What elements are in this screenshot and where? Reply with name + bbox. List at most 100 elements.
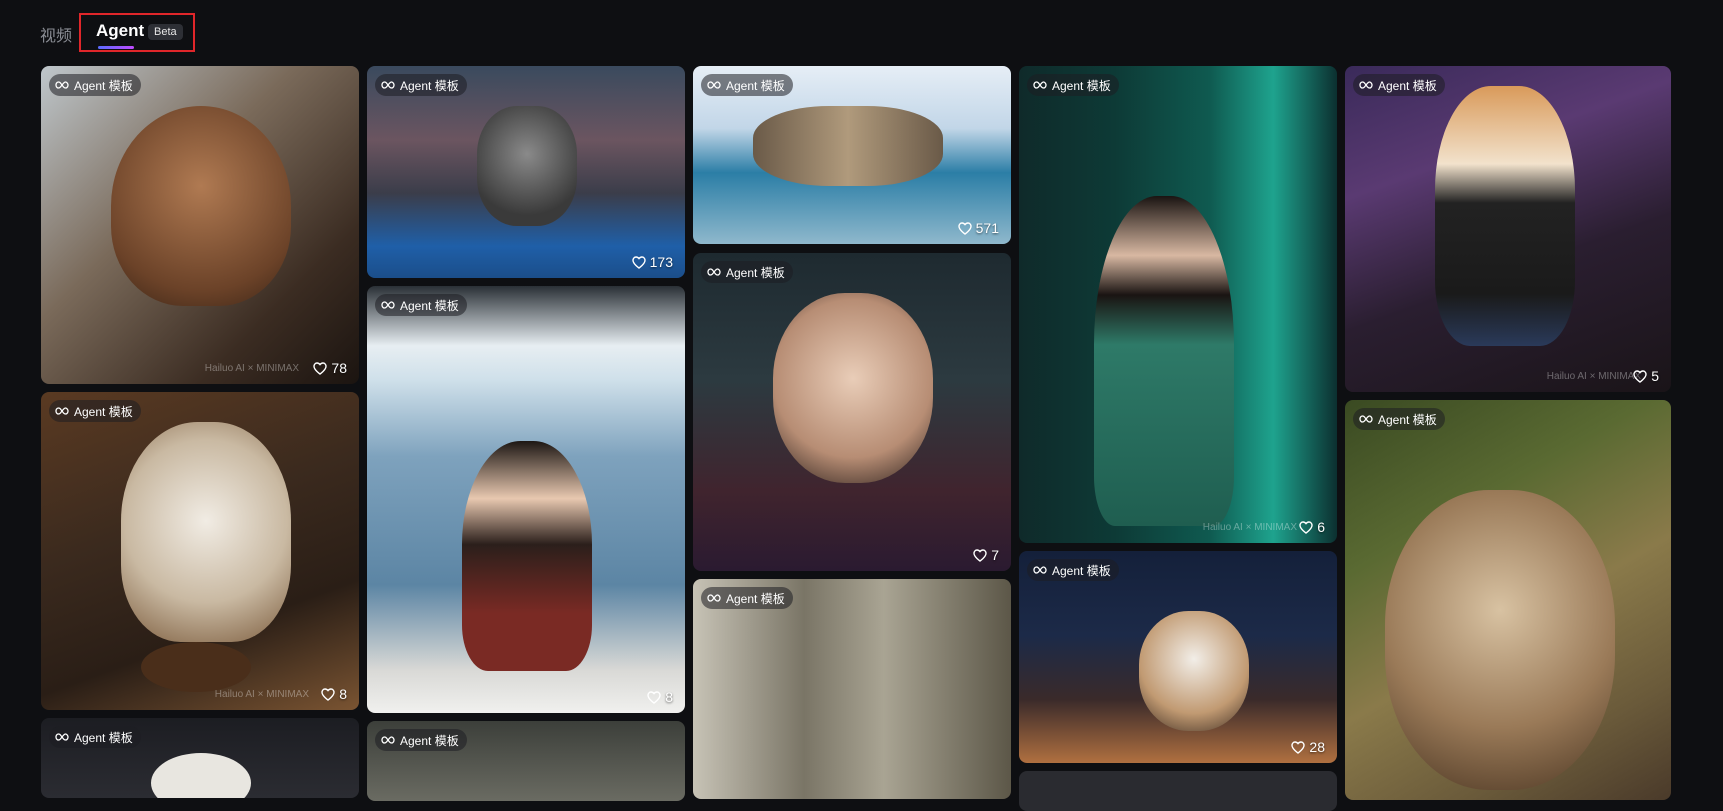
active-tab-indicator [98,46,134,49]
video-card[interactable]: Agent 模板 28 [1019,551,1337,763]
infinity-loop-icon [381,301,395,309]
card-thumbnail [1094,196,1234,526]
like-count[interactable]: 7 [973,547,999,563]
infinity-loop-icon [55,733,69,741]
infinity-loop-icon [1033,81,1047,89]
card-thumbnail [753,106,943,186]
agent-template-tag: Agent 模板 [375,294,467,316]
agent-template-tag: Agent 模板 [701,261,793,283]
agent-template-tag: Agent 模板 [701,587,793,609]
like-count[interactable]: 5 [1633,368,1659,384]
tag-label: Agent 模板 [1378,78,1437,93]
agent-template-tag: Agent 模板 [375,74,467,96]
card-thumbnail [151,753,251,798]
agent-template-tag: Agent 模板 [1353,408,1445,430]
heart-icon [957,221,972,235]
like-count-value: 7 [991,547,999,563]
like-count-value: 78 [331,360,347,376]
like-count-value: 571 [975,220,999,236]
video-card[interactable]: Agent 模板 571 [693,66,1011,244]
tag-label: Agent 模板 [726,265,785,280]
card-thumbnail [111,106,291,306]
video-card[interactable]: Agent 模板 [367,721,685,801]
like-count-value: 6 [1317,519,1325,535]
tag-label: Agent 模板 [726,591,785,606]
heart-icon [321,687,335,701]
watermark: Hailuo AI × MINIMAX [1546,371,1641,382]
tag-label: Agent 模板 [1052,563,1111,578]
video-card[interactable]: Agent 模板 Hailuo AI × MINIMAX 78 [41,66,359,384]
beta-badge: Beta [148,24,183,40]
infinity-loop-icon [1359,81,1373,89]
like-count[interactable]: 28 [1291,739,1325,755]
heart-icon [647,690,661,704]
tag-label: Agent 模板 [726,78,785,93]
agent-template-tag: Agent 模板 [1353,74,1445,96]
card-thumbnail [462,441,592,671]
like-count-value: 173 [649,254,673,270]
video-card[interactable]: Agent 模板 [41,718,359,798]
like-count-value: 8 [665,689,673,705]
heart-icon [1299,520,1313,534]
agent-template-tag: Agent 模板 [49,726,141,748]
tag-label: Agent 模板 [74,730,133,745]
like-count-value: 28 [1309,739,1325,755]
video-card[interactable]: Agent 模板 7 [693,253,1011,571]
video-card[interactable]: Agent 模板 [693,579,1011,799]
like-count[interactable]: 6 [1299,519,1325,535]
infinity-loop-icon [381,736,395,744]
agent-template-tag: Agent 模板 [1027,559,1119,581]
burger-shape [141,642,251,692]
video-card[interactable]: Agent 模板 [1345,400,1671,800]
like-count[interactable]: 173 [631,254,673,270]
agent-template-tag: Agent 模板 [375,729,467,751]
agent-template-tag: Agent 模板 [1027,74,1119,96]
like-count[interactable]: 8 [321,686,347,702]
heart-icon [1633,369,1647,383]
like-count[interactable]: 8 [647,689,673,705]
heart-icon [313,361,328,375]
video-card[interactable]: Agent 模板 173 [367,66,685,278]
card-thumbnail [121,422,291,642]
infinity-loop-icon [55,407,69,415]
tab-agent[interactable]: Agent [96,21,144,41]
infinity-loop-icon [707,81,721,89]
agent-template-tag: Agent 模板 [49,74,141,96]
card-thumbnail [1385,490,1615,790]
video-card[interactable]: Agent 模板 8 [367,286,685,713]
tag-label: Agent 模板 [74,404,133,419]
tab-video[interactable]: 视频 [40,22,72,46]
heart-icon [973,548,987,562]
infinity-loop-icon [55,81,69,89]
watermark: Hailuo AI × MINIMAX [214,689,309,700]
infinity-loop-icon [707,268,721,276]
like-count[interactable]: 78 [313,360,347,376]
like-count[interactable]: 571 [957,220,999,236]
tag-label: Agent 模板 [400,733,459,748]
card-thumbnail [1435,86,1575,346]
heart-icon [1291,740,1306,754]
infinity-loop-icon [1033,566,1047,574]
card-thumbnail [1139,611,1249,731]
watermark: Hailuo AI × MINIMAX [1202,522,1297,533]
tag-label: Agent 模板 [400,78,459,93]
video-card[interactable]: Agent 模板 Hailuo AI × MINIMAX 6 [1019,66,1337,543]
tag-label: Agent 模板 [400,298,459,313]
video-card[interactable]: Agent 模板 Hailuo AI × MINIMAX 5 [1345,66,1671,392]
video-card[interactable] [1019,771,1337,811]
agent-template-tag: Agent 模板 [701,74,793,96]
tag-label: Agent 模板 [1052,78,1111,93]
tag-label: Agent 模板 [74,78,133,93]
infinity-loop-icon [1359,415,1373,423]
agent-template-tag: Agent 模板 [49,400,141,422]
watermark: Hailuo AI × MINIMAX [204,363,299,374]
tab-bar: 视频 Agent Beta [0,0,1723,60]
heart-icon [631,255,646,269]
card-thumbnail [773,293,933,483]
like-count-value: 5 [1651,368,1659,384]
tag-label: Agent 模板 [1378,412,1437,427]
infinity-loop-icon [707,594,721,602]
video-card[interactable]: Agent 模板 Hailuo AI × MINIMAX 8 [41,392,359,710]
infinity-loop-icon [381,81,395,89]
card-thumbnail [477,106,577,226]
